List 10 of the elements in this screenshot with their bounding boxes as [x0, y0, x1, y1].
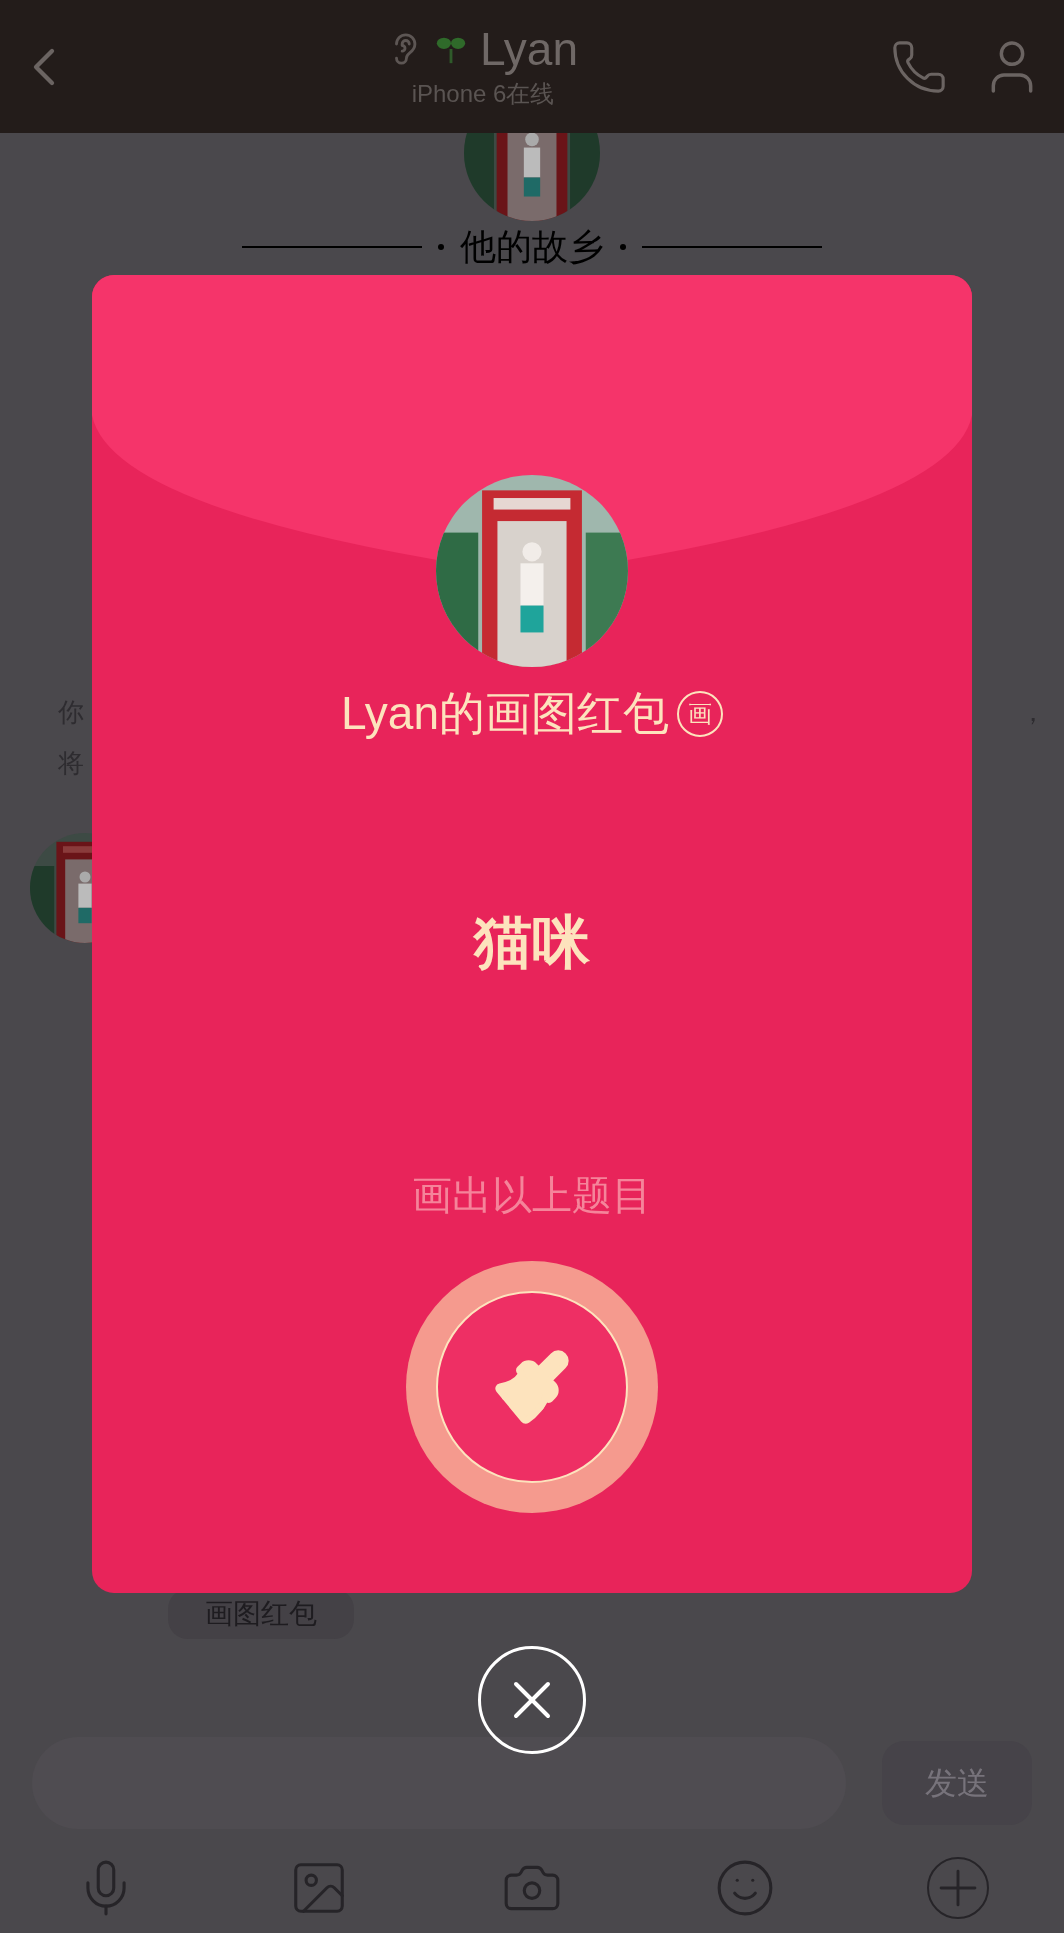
packet-title: Lyan的画图红包	[340, 686, 669, 741]
section-heading: 他的故乡	[460, 225, 604, 269]
message-text: ，	[1020, 696, 1046, 729]
paintbrush-icon	[492, 1347, 572, 1427]
online-status: iPhone 6在线	[411, 78, 555, 109]
drawing-topic: 猫咪	[474, 908, 590, 976]
plus-icon[interactable]	[926, 1857, 989, 1919]
drawing-hint: 画出以上题目	[412, 1172, 652, 1219]
close-button[interactable]	[478, 1646, 586, 1754]
draw-badge: 画	[677, 690, 723, 737]
